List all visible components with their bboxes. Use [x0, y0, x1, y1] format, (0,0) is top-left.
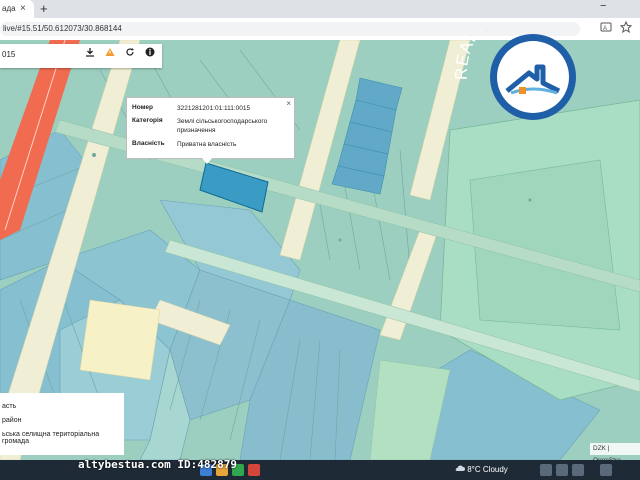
number-value: 3221281201:01:111:0015 — [177, 105, 251, 112]
cloud-icon — [455, 465, 465, 471]
weather-widget[interactable]: 8°C Cloudy — [455, 464, 508, 474]
number-label: Номер — [132, 104, 153, 111]
tab-title: ада — [2, 4, 16, 13]
taskbar-tray-icon[interactable] — [540, 464, 552, 476]
ownership-label: Власність — [132, 140, 165, 147]
taskbar-tray-icon[interactable] — [600, 464, 612, 476]
logo-text-arc: REALTY BEST UA — [452, 30, 579, 80]
taskbar-tray-icon[interactable] — [572, 464, 584, 476]
watermark: altybestua.com ID:482879 — [78, 458, 237, 471]
taskbar-tray-icon[interactable] — [556, 464, 568, 476]
region-line: асть — [2, 403, 17, 410]
location-panel: асть район ьська селищна територіальна г… — [0, 393, 124, 455]
category-value: Землі сільськогосподарського призначення — [177, 118, 268, 134]
ownership-value: Приватна власність — [177, 141, 237, 148]
taskbar-app-icon[interactable] — [248, 464, 260, 476]
search-query[interactable]: 015 — [2, 50, 15, 59]
map-attribution[interactable]: DZK | OpenStre — [590, 443, 640, 464]
warning-icon[interactable] — [102, 47, 118, 63]
browser-tab-bar: ада × + − — [0, 0, 640, 18]
weather-text: 8°C Cloudy — [467, 465, 508, 474]
info-icon[interactable] — [142, 47, 158, 63]
svg-text:REALTY BEST UA: REALTY BEST UA — [452, 30, 579, 80]
minimize-button[interactable]: − — [600, 0, 606, 12]
tab-close-icon[interactable]: × — [20, 0, 26, 18]
refresh-icon[interactable] — [122, 47, 138, 63]
category-label: Категорія — [132, 117, 163, 124]
map-search-toolbar: 015 — [0, 44, 162, 68]
browser-tab[interactable]: ада × — [0, 0, 34, 18]
popup-pointer — [201, 157, 213, 164]
district-line: район — [2, 417, 22, 424]
logo-text: REALTY BEST UA — [452, 30, 578, 80]
parcel-info-popup: × Номер 3221281201:01:111:0015 Категорія… — [126, 97, 295, 164]
new-tab-button[interactable]: + — [40, 1, 48, 16]
download-icon[interactable] — [82, 47, 98, 63]
community-line: ьська селищна територіальна громада — [2, 431, 100, 445]
